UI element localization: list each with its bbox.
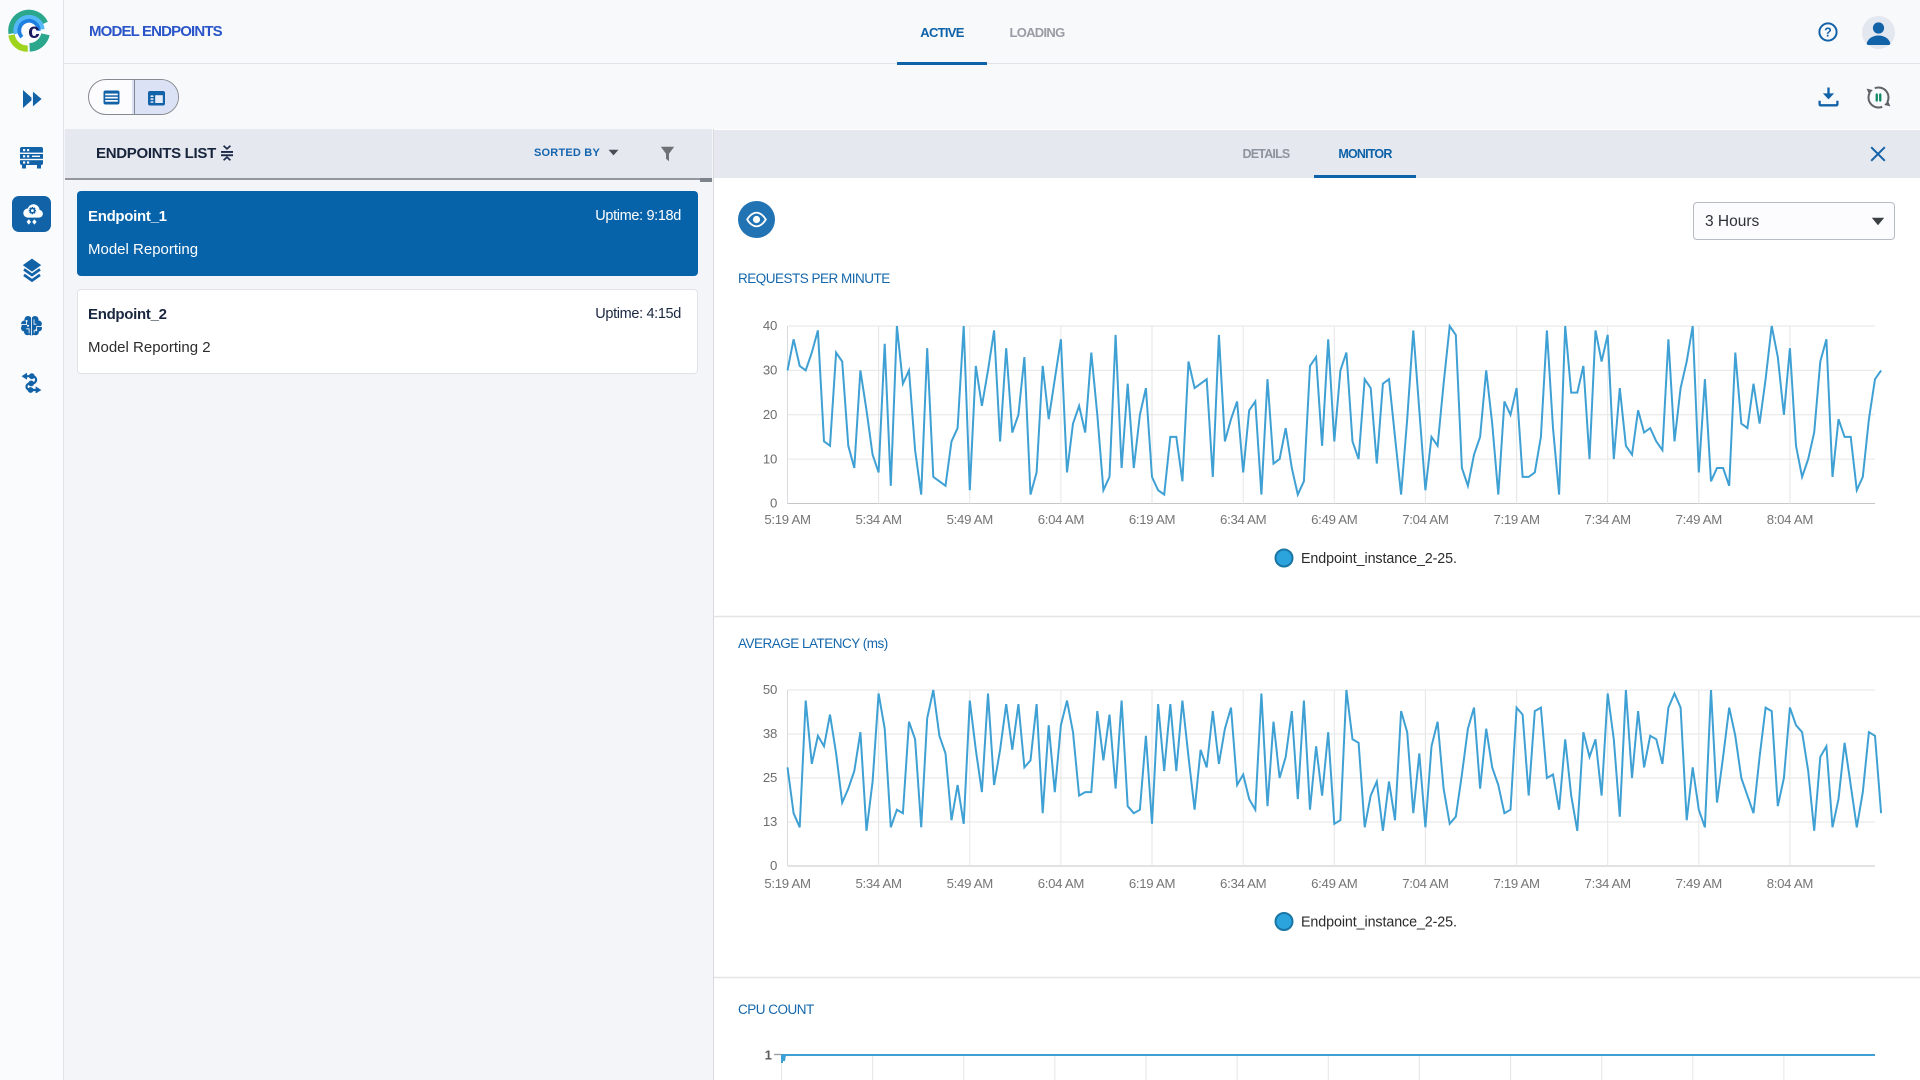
svg-text:20: 20 [763, 407, 777, 422]
svg-text:10: 10 [763, 451, 777, 466]
svg-text:7:19 AM: 7:19 AM [1493, 876, 1539, 891]
svg-text:Endpoint_instance_2-25.: Endpoint_instance_2-25. [1301, 551, 1457, 567]
svg-text:1: 1 [765, 1048, 772, 1063]
svg-text:6:04 AM: 6:04 AM [1038, 512, 1084, 527]
svg-text:8:04 AM: 8:04 AM [1767, 876, 1813, 891]
svg-text:38: 38 [763, 726, 777, 741]
svg-text:5:49 AM: 5:49 AM [947, 876, 993, 891]
svg-text:6:04 AM: 6:04 AM [1038, 876, 1084, 891]
svg-text:13: 13 [763, 814, 777, 829]
svg-text:7:34 AM: 7:34 AM [1585, 512, 1631, 527]
svg-text:6:19 AM: 6:19 AM [1129, 876, 1175, 891]
svg-text:6:34 AM: 6:34 AM [1220, 512, 1266, 527]
svg-text:7:49 AM: 7:49 AM [1676, 512, 1722, 527]
svg-text:8:04 AM: 8:04 AM [1767, 512, 1813, 527]
svg-text:0: 0 [770, 496, 777, 511]
svg-text:0: 0 [770, 858, 777, 873]
svg-text:40: 40 [763, 318, 777, 333]
svg-text:5:49 AM: 5:49 AM [947, 512, 993, 527]
svg-text:6:49 AM: 6:49 AM [1311, 876, 1357, 891]
svg-text:7:04 AM: 7:04 AM [1402, 876, 1448, 891]
svg-text:50: 50 [763, 682, 777, 697]
svg-text:6:34 AM: 6:34 AM [1220, 876, 1266, 891]
svg-text:Endpoint_instance_2-25.: Endpoint_instance_2-25. [1301, 915, 1457, 931]
svg-text:6:49 AM: 6:49 AM [1311, 512, 1357, 527]
svg-text:25: 25 [763, 770, 777, 785]
svg-text:5:34 AM: 5:34 AM [855, 512, 901, 527]
svg-text:7:49 AM: 7:49 AM [1676, 876, 1722, 891]
svg-text:5:19 AM: 5:19 AM [764, 512, 810, 527]
svg-text:7:04 AM: 7:04 AM [1402, 512, 1448, 527]
svg-text:c: c [28, 20, 40, 43]
svg-text:30: 30 [763, 363, 777, 378]
svg-text:5:34 AM: 5:34 AM [855, 876, 901, 891]
svg-text:5:19 AM: 5:19 AM [764, 876, 810, 891]
svg-text:?: ? [1824, 26, 1832, 40]
svg-text:7:34 AM: 7:34 AM [1585, 876, 1631, 891]
svg-text:7:19 AM: 7:19 AM [1493, 512, 1539, 527]
svg-text:6:19 AM: 6:19 AM [1129, 512, 1175, 527]
